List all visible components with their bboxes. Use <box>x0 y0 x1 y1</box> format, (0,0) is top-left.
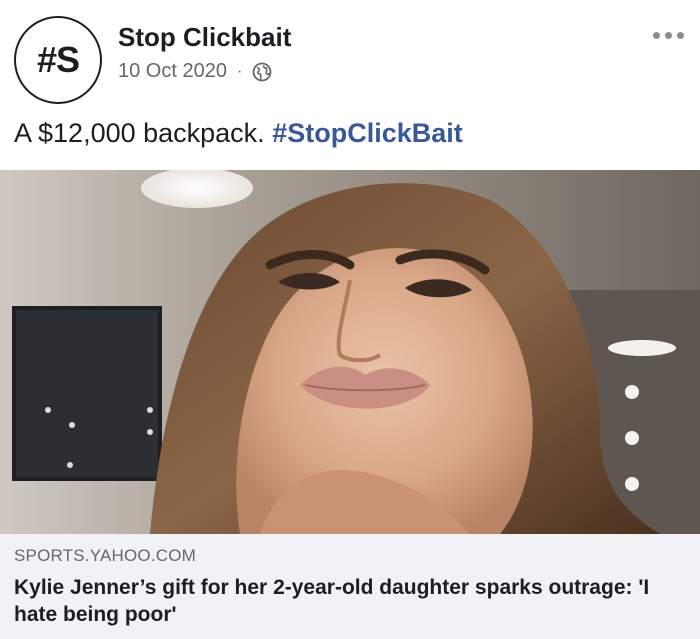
post-photo[interactable] <box>0 170 700 534</box>
link-preview-card[interactable]: SPORTS.YAHOO.COM Kylie Jenner’s gift for… <box>0 534 700 639</box>
post-caption: A $12,000 backpack. <box>14 118 265 148</box>
link-domain: SPORTS.YAHOO.COM <box>14 546 197 565</box>
globe-icon[interactable] <box>252 62 272 82</box>
page-name-link[interactable]: Stop Clickbait <box>118 22 291 53</box>
post-header: #S Stop Clickbait 10 Oct 2020 · <box>0 0 700 110</box>
hashtag-link[interactable]: #StopClickBait <box>272 118 463 148</box>
post-date[interactable]: 10 Oct 2020 <box>118 60 227 83</box>
link-title[interactable]: Kylie Jenner’s gift for her 2-year-old d… <box>14 574 654 628</box>
meta-separator: · <box>236 62 243 80</box>
more-options-icon[interactable] <box>651 26 686 45</box>
photo-of-woman <box>0 170 700 534</box>
post-text: A $12,000 backpack. #StopClickBait <box>14 118 463 149</box>
page-avatar[interactable]: #S <box>14 16 102 104</box>
post-meta: 10 Oct 2020 · <box>118 60 272 83</box>
